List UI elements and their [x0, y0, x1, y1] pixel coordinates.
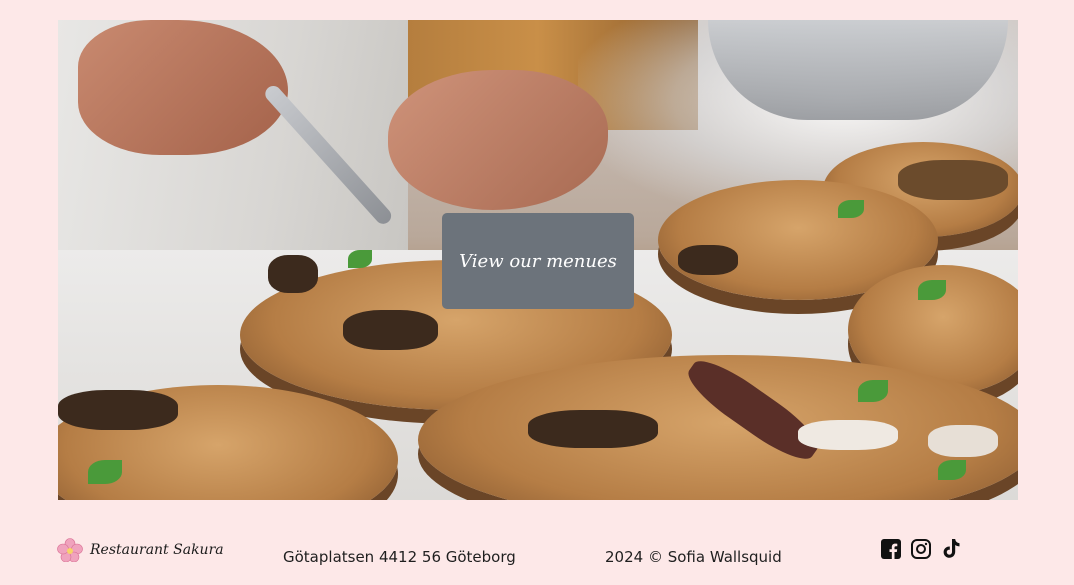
facebook-icon[interactable]: [880, 537, 902, 561]
herb-leaf: [88, 460, 122, 484]
tiktok-icon[interactable]: [940, 537, 962, 561]
mushroom: [528, 410, 658, 448]
herb-leaf: [938, 460, 966, 480]
mushroom: [678, 245, 738, 275]
footer-address: Götaplatsen 4412 56 Göteborg: [283, 548, 516, 566]
mushroom: [343, 310, 438, 350]
footer-copyright: 2024 © Sofia Wallsquid: [605, 548, 782, 566]
footer-brand[interactable]: Restaurant Sakura: [56, 538, 224, 562]
herb-leaf: [838, 200, 864, 218]
brand-name: Restaurant Sakura: [90, 542, 224, 558]
mushroom: [928, 425, 998, 457]
social-links: [880, 537, 962, 561]
herb-leaf: [918, 280, 946, 300]
mushroom: [58, 390, 178, 430]
chef-hand-right: [388, 70, 608, 210]
view-menus-button[interactable]: View our menues: [442, 213, 634, 309]
cherry-blossom-icon: [56, 538, 84, 562]
chef-hand-left: [78, 20, 288, 155]
mushroom: [798, 420, 898, 450]
mushroom: [898, 160, 1008, 200]
mushroom: [268, 255, 318, 293]
instagram-icon[interactable]: [910, 537, 932, 561]
herb-leaf: [858, 380, 888, 402]
herb-leaf: [348, 250, 372, 268]
